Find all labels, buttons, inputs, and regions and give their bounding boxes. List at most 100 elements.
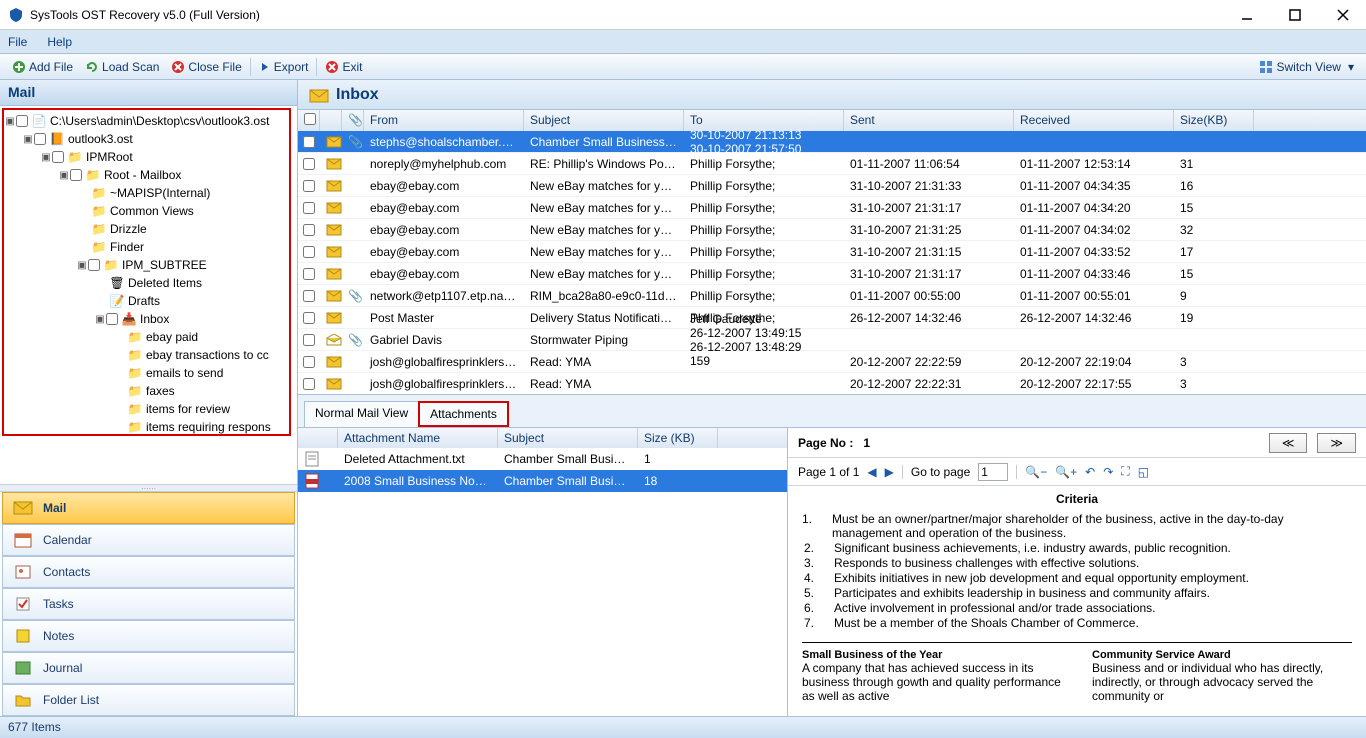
expander-icon[interactable]: ▣ [58, 170, 70, 181]
exit-button[interactable]: Exit [319, 58, 368, 76]
nav-tasks[interactable]: Tasks [2, 588, 295, 620]
tree-item[interactable]: ~MAPISP(Internal) [110, 186, 210, 200]
tree-item[interactable]: outlook3.ost [68, 132, 133, 146]
tree-item[interactable]: Common Views [110, 204, 194, 218]
goto-page-input[interactable] [978, 463, 1008, 481]
row-checkbox[interactable] [303, 312, 315, 324]
tree-item[interactable]: Drafts [128, 294, 160, 308]
minimize-button[interactable] [1232, 5, 1262, 25]
col-subject[interactable]: Subject [524, 110, 684, 131]
switch-view-button[interactable]: Switch View ▾ [1253, 58, 1360, 76]
attachment-list[interactable]: Attachment Name Subject Size (KB) Delete… [298, 428, 788, 716]
expander-icon[interactable]: ▣ [94, 314, 106, 325]
attcol-name[interactable]: Attachment Name [338, 428, 498, 448]
attachment-row[interactable]: 2008 Small Business Nomina...Chamber Sma… [298, 470, 787, 492]
tab-normal-mail-view[interactable]: Normal Mail View [304, 401, 419, 427]
tree-item[interactable]: ebay transactions to cc [146, 348, 269, 362]
row-checkbox[interactable] [303, 180, 315, 192]
prev-page-button[interactable]: ≪ [1269, 433, 1308, 453]
nav-mail[interactable]: Mail [2, 492, 295, 524]
maximize-button[interactable] [1280, 5, 1310, 25]
tree-item[interactable]: items requiring respons [146, 420, 271, 434]
row-checkbox[interactable] [303, 202, 315, 214]
preview-content[interactable]: Criteria 1.Must be an owner/partner/majo… [788, 486, 1366, 716]
message-row[interactable]: josh@globalfiresprinklers.comRead: YMA20… [298, 373, 1366, 395]
col-to[interactable]: To [684, 110, 844, 131]
row-checkbox[interactable] [303, 290, 315, 302]
nav-notes[interactable]: Notes [2, 620, 295, 652]
last-page-icon[interactable]: ▶ [885, 465, 894, 479]
nav-contacts[interactable]: Contacts [2, 556, 295, 588]
col-checkbox[interactable] [298, 110, 320, 131]
zoom-in-icon[interactable]: 🔍+ [1055, 465, 1077, 479]
nav-journal[interactable]: Journal [2, 652, 295, 684]
close-file-button[interactable]: Close File [165, 58, 247, 76]
row-checkbox[interactable] [303, 246, 315, 258]
tree-checkbox[interactable] [52, 151, 64, 163]
col-received[interactable]: Received [1014, 110, 1174, 131]
tree-checkbox[interactable] [88, 259, 100, 271]
tree-checkbox[interactable] [34, 133, 46, 145]
expander-icon[interactable]: ▣ [76, 260, 88, 271]
tree-item[interactable]: Drizzle [110, 222, 147, 236]
tree-item[interactable]: ebay paid [146, 330, 198, 344]
fit-width-icon[interactable]: ⛶ [1121, 464, 1129, 479]
tree-item[interactable]: IPM_SUBTREE [122, 258, 207, 272]
splitter[interactable]: ∙∙∙∙∙∙ [0, 484, 297, 492]
add-file-button[interactable]: Add File [6, 58, 79, 76]
export-button[interactable]: Export [253, 58, 315, 76]
tree-item[interactable]: IPMRoot [86, 150, 133, 164]
row-checkbox[interactable] [303, 378, 315, 390]
message-row[interactable]: ebay@ebay.comNew eBay matches for your f… [298, 241, 1366, 263]
message-row[interactable]: ebay@ebay.comNew eBay matches for your f… [298, 263, 1366, 285]
attachment-row[interactable]: Deleted Attachment.txtChamber Small Busi… [298, 448, 787, 470]
tree-checkbox[interactable] [70, 169, 82, 181]
load-scan-button[interactable]: Load Scan [79, 58, 165, 76]
tree-item[interactable]: Root - Mailbox [104, 168, 181, 182]
rotate-left-icon[interactable]: ↶ [1085, 465, 1095, 479]
first-page-icon[interactable]: ◀ [867, 465, 876, 479]
tree-item[interactable]: emails to send [146, 366, 223, 380]
message-row[interactable]: ebay@ebay.comNew eBay matches for your f… [298, 197, 1366, 219]
row-checkbox[interactable] [303, 356, 315, 368]
tree-item[interactable]: Finder [110, 240, 144, 254]
col-attachment-icon[interactable]: 📎 [342, 110, 364, 131]
tree-item[interactable]: items for review [146, 402, 230, 416]
tree-checkbox[interactable] [106, 313, 118, 325]
col-from[interactable]: From [364, 110, 524, 131]
message-row[interactable]: 📎stephs@shoalschamber.comChamber Small B… [298, 131, 1366, 153]
tree-item[interactable]: faxes [146, 384, 175, 398]
next-page-button[interactable]: ≫ [1317, 433, 1356, 453]
expander-icon[interactable]: ▣ [40, 152, 52, 163]
message-row[interactable]: 📎Gabriel DavisStormwater PipingJeff Gaud… [298, 329, 1366, 351]
message-row[interactable]: noreply@myhelphub.comRE: Phillip's Windo… [298, 153, 1366, 175]
tree-checkbox[interactable] [16, 115, 28, 127]
row-checkbox[interactable] [303, 268, 315, 280]
folder-tree[interactable]: ▣📄C:\Users\admin\Desktop\csv\outlook3.os… [0, 106, 297, 484]
tree-item-root[interactable]: C:\Users\admin\Desktop\csv\outlook3.ost [50, 114, 269, 128]
nav-folder-list[interactable]: Folder List [2, 684, 295, 716]
col-size[interactable]: Size(KB) [1174, 110, 1254, 131]
rotate-right-icon[interactable]: ↷ [1103, 465, 1113, 479]
tab-attachments[interactable]: Attachments [418, 401, 509, 427]
zoom-out-icon[interactable]: 🔍− [1025, 465, 1047, 479]
col-sent[interactable]: Sent [844, 110, 1014, 131]
menu-help[interactable]: Help [47, 35, 72, 49]
attcol-subject[interactable]: Subject [498, 428, 638, 448]
row-checkbox[interactable] [303, 158, 315, 170]
row-checkbox[interactable] [303, 136, 315, 148]
expander-icon[interactable]: ▣ [22, 134, 34, 145]
close-button[interactable] [1328, 5, 1358, 25]
tree-item[interactable]: Deleted Items [128, 276, 202, 290]
message-grid[interactable]: 📎 From Subject To Sent Received Size(KB)… [298, 110, 1366, 395]
row-checkbox[interactable] [303, 334, 315, 346]
expander-icon[interactable]: ▣ [4, 116, 16, 127]
menu-file[interactable]: File [8, 35, 27, 49]
message-row[interactable]: ebay@ebay.comNew eBay matches for your f… [298, 175, 1366, 197]
col-read-icon[interactable] [320, 110, 342, 131]
nav-calendar[interactable]: Calendar [2, 524, 295, 556]
fit-page-icon[interactable]: ◱ [1138, 465, 1149, 479]
row-checkbox[interactable] [303, 224, 315, 236]
tree-item-inbox[interactable]: Inbox [140, 312, 169, 326]
message-row[interactable]: ebay@ebay.comNew eBay matches for your f… [298, 219, 1366, 241]
